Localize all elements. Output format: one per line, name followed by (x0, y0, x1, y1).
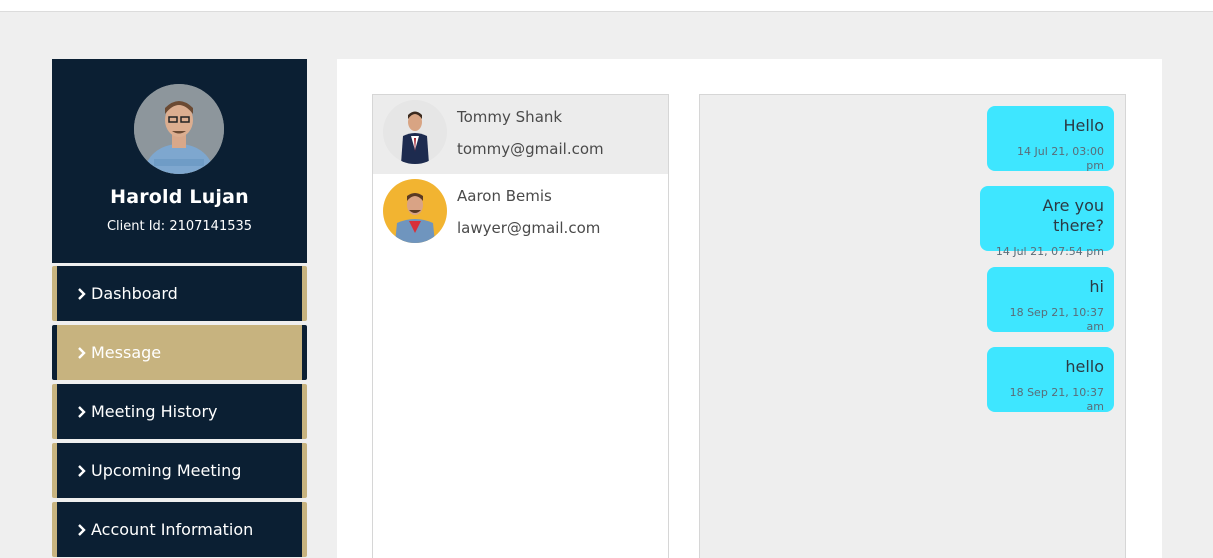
message-bubble: Hello 14 Jul 21, 03:00 pm (987, 106, 1114, 172)
contact-email: lawyer@gmail.com (457, 219, 601, 237)
sidebar-item-message[interactable]: Message (52, 325, 307, 380)
message-text: hello (1065, 357, 1104, 376)
message-text: Are you there? (1042, 196, 1105, 235)
chevron-right-icon (78, 523, 86, 536)
message-text: hi (1089, 277, 1104, 296)
profile-name: Harold Lujan (110, 186, 249, 208)
contact-avatar (383, 100, 447, 164)
chevron-right-icon (78, 464, 86, 477)
sidebar-item-label: Meeting History (91, 402, 218, 421)
message-timestamp: 14 Jul 21, 07:54 pm (995, 245, 1104, 258)
client-id: Client Id: 2107141535 (106, 219, 253, 234)
contact-name: Aaron Bemis (457, 187, 552, 205)
message-bubble: Are you there? 14 Jul 21, 07:54 pm (980, 186, 1114, 258)
message-timestamp: 18 Sep 21, 10:37 am (1009, 386, 1104, 413)
sidebar-item-label: Account Information (91, 520, 254, 539)
message-timestamp: 18 Sep 21, 10:37 am (1009, 306, 1104, 333)
sidebar-item-account-information[interactable]: Account Information (52, 502, 307, 557)
top-header-bar (0, 0, 1213, 12)
sidebar-item-upcoming-meeting[interactable]: Upcoming Meeting (52, 443, 307, 498)
sidebar-item-label: Dashboard (91, 284, 178, 303)
message-bubble: hello 18 Sep 21, 10:37 am (987, 347, 1114, 413)
avatar (134, 84, 224, 174)
sidebar-item-meeting-history[interactable]: Meeting History (52, 384, 307, 439)
contact-avatar (383, 179, 447, 243)
contact-item-tommy-shank[interactable]: Tommy Shank tommy@gmail.com (373, 95, 668, 174)
contact-item-aaron-bemis[interactable]: Aaron Bemis lawyer@gmail.com (373, 174, 668, 253)
chevron-right-icon (78, 405, 86, 418)
sidebar-item-label: Upcoming Meeting (91, 461, 242, 480)
profile-card: Harold Lujan Client Id: 2107141535 (52, 59, 307, 263)
contact-list[interactable]: Tommy Shank tommy@gmail.com Aaron Bemis … (372, 94, 669, 558)
message-bubble: hi 18 Sep 21, 10:37 am (987, 267, 1114, 333)
message-timestamp: 14 Jul 21, 03:00 pm (1017, 145, 1104, 172)
chat-area[interactable]: Hello 14 Jul 21, 03:00 pm Are you there?… (699, 94, 1126, 558)
contact-name: Tommy Shank (457, 108, 563, 126)
sidebar-item-dashboard[interactable]: Dashboard (52, 266, 307, 321)
contact-email: tommy@gmail.com (457, 140, 604, 158)
sidebar-item-label: Message (91, 343, 162, 362)
chevron-right-icon (78, 287, 86, 300)
message-text: Hello (1063, 116, 1104, 135)
chevron-right-icon (78, 346, 86, 359)
